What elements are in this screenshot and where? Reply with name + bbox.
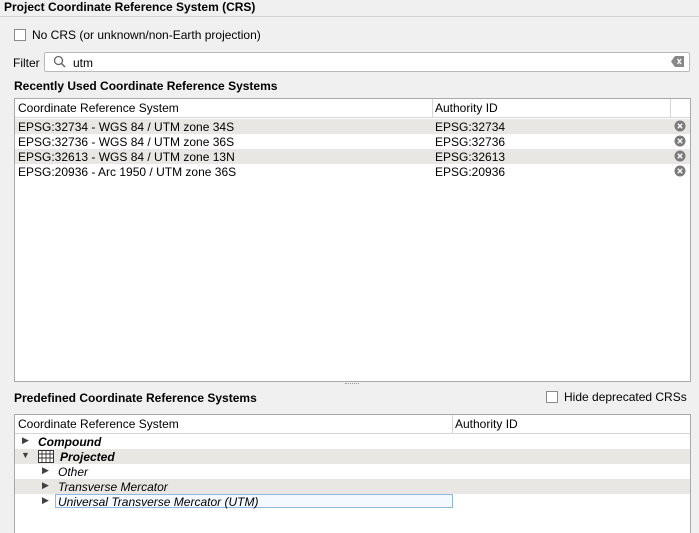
hide-deprecated-checkbox[interactable] — [546, 391, 558, 403]
filter-value: utm — [73, 56, 94, 70]
crs-name: EPSG:32613 - WGS 84 / UTM zone 13N — [18, 150, 235, 164]
no-crs-option[interactable]: No CRS (or unknown/non-Earth projection) — [14, 28, 261, 42]
tree-item-other[interactable]: ▶ Other — [15, 464, 690, 479]
authority-id: EPSG:20936 — [435, 165, 506, 179]
remove-icon[interactable] — [674, 120, 686, 135]
tree-item-compound[interactable]: ▶ Compound — [15, 434, 690, 449]
filter-label: Filter — [13, 56, 40, 70]
hide-deprecated-option[interactable]: Hide deprecated CRSs — [546, 390, 687, 404]
column-header-crs[interactable]: Coordinate Reference System — [18, 101, 179, 115]
remove-icon[interactable] — [674, 150, 686, 165]
crs-name: EPSG:20936 - Arc 1950 / UTM zone 36S — [18, 165, 237, 179]
authority-id: EPSG:32736 — [435, 135, 506, 149]
column-header-crs[interactable]: Coordinate Reference System — [18, 417, 179, 431]
hide-deprecated-label: Hide deprecated CRSs — [564, 390, 687, 404]
recent-crs-table: Coordinate Reference System Authority ID… — [14, 98, 691, 382]
filter-input[interactable]: utm — [44, 52, 690, 72]
remove-icon[interactable] — [674, 135, 686, 150]
recent-table-header: Coordinate Reference System Authority ID — [15, 99, 690, 118]
page-title: Project Coordinate Reference System (CRS… — [4, 0, 256, 14]
authority-id: EPSG:32613 — [435, 150, 506, 164]
crs-name: EPSG:32734 - WGS 84 / UTM zone 34S — [18, 120, 235, 134]
expand-arrow-icon[interactable]: ▶ — [42, 495, 49, 506]
authority-id: EPSG:32734 — [435, 120, 506, 134]
no-crs-checkbox[interactable] — [14, 29, 26, 41]
expand-arrow-icon[interactable]: ▶ — [42, 480, 49, 491]
column-header-authority[interactable]: Authority ID — [435, 101, 498, 115]
tree-item-label: Other — [58, 465, 89, 479]
tree-item-label: Universal Transverse Mercator (UTM) — [58, 495, 259, 509]
tree-item-transverse-mercator[interactable]: ▶ Transverse Mercator — [15, 479, 690, 494]
tree-item-utm[interactable]: ▶ Universal Transverse Mercator (UTM) — [15, 494, 690, 509]
predefined-tree-header: Coordinate Reference System Authority ID — [15, 415, 690, 434]
expand-arrow-icon[interactable]: ▶ — [42, 465, 49, 476]
column-header-authority[interactable]: Authority ID — [455, 417, 518, 431]
tree-item-label: Transverse Mercator — [58, 480, 168, 494]
table-row[interactable]: EPSG:20936 - Arc 1950 / UTM zone 36S EPS… — [15, 164, 690, 179]
expand-arrow-icon[interactable]: ▶ — [22, 435, 29, 446]
table-row[interactable]: EPSG:32613 - WGS 84 / UTM zone 13N EPSG:… — [15, 149, 690, 164]
clear-filter-icon[interactable] — [671, 56, 685, 70]
tree-item-label: Compound — [38, 435, 102, 449]
no-crs-label: No CRS (or unknown/non-Earth projection) — [32, 28, 261, 42]
tree-item-label: Projected — [60, 450, 115, 464]
recent-crs-title: Recently Used Coordinate Reference Syste… — [14, 79, 278, 93]
remove-icon[interactable] — [674, 165, 686, 180]
splitter-handle[interactable] — [345, 383, 359, 386]
tree-item-projected[interactable]: ▼ Projected — [15, 449, 690, 464]
crs-name: EPSG:32736 - WGS 84 / UTM zone 36S — [18, 135, 235, 149]
title-divider — [0, 16, 699, 17]
collapse-arrow-icon[interactable]: ▼ — [21, 450, 30, 460]
table-row[interactable]: EPSG:32736 - WGS 84 / UTM zone 36S EPSG:… — [15, 134, 690, 149]
predefined-crs-tree: Coordinate Reference System Authority ID… — [14, 414, 691, 533]
search-icon — [53, 55, 66, 71]
table-row[interactable]: EPSG:32734 - WGS 84 / UTM zone 34S EPSG:… — [15, 119, 690, 134]
predefined-crs-title: Predefined Coordinate Reference Systems — [14, 391, 257, 405]
